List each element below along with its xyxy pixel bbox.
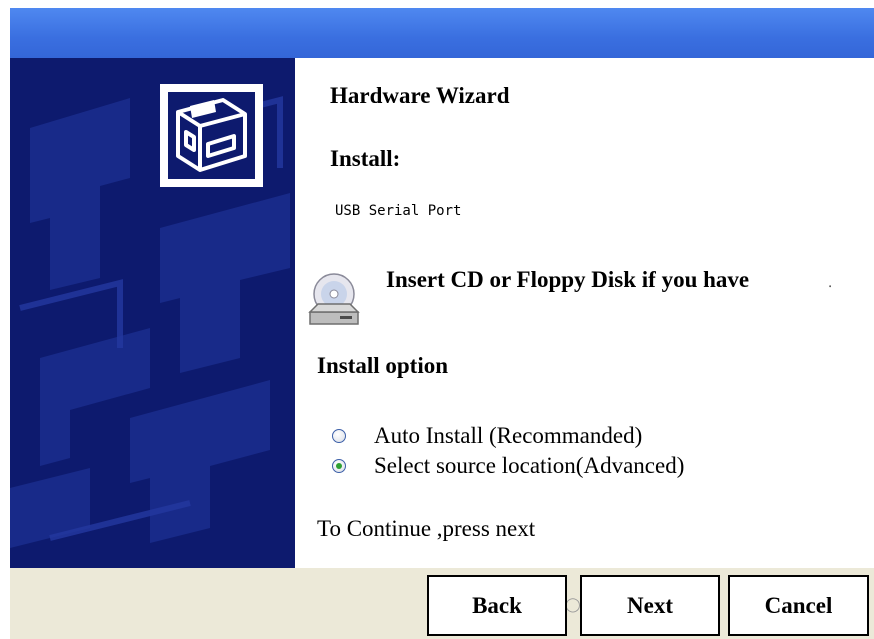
window-border	[0, 8, 10, 639]
cancel-button[interactable]: Cancel	[728, 575, 869, 636]
hardware-drive-bay-icon	[160, 84, 263, 187]
radio-unchecked-icon[interactable]	[332, 429, 346, 443]
title-bar[interactable]	[10, 8, 874, 58]
install-option-label: Install option	[317, 353, 449, 378]
cd-drive-icon	[308, 273, 360, 325]
insert-media-prompt: Insert CD or Floppy Disk if you have ⸳	[386, 266, 832, 294]
install-label: Install:	[330, 146, 401, 171]
ghost-glyph: ◯	[565, 596, 581, 612]
radio-select-source[interactable]: Select source location(Advanced)	[332, 453, 684, 479]
next-button[interactable]: Next	[580, 575, 720, 636]
insert-media-text: Insert CD or Floppy Disk if you have	[386, 267, 750, 292]
hardware-wizard-window: Hardware Wizard Install: USB Serial Port…	[0, 0, 874, 639]
drive-bay-graphic	[176, 98, 247, 172]
continue-hint: To Continue ,press next	[317, 516, 536, 541]
radio-label: Auto Install (Recommanded)	[374, 423, 643, 448]
device-name: USB Serial Port	[335, 203, 462, 219]
back-button[interactable]: Back	[427, 575, 567, 636]
radio-checked-icon[interactable]	[332, 459, 346, 473]
wizard-content	[295, 58, 874, 568]
radio-label: Select source location(Advanced)	[374, 453, 685, 478]
radio-auto-install[interactable]: Auto Install (Recommanded)	[332, 423, 642, 449]
wizard-title: Hardware Wizard	[330, 83, 510, 108]
truncated-glyph: ⸳	[828, 278, 832, 293]
